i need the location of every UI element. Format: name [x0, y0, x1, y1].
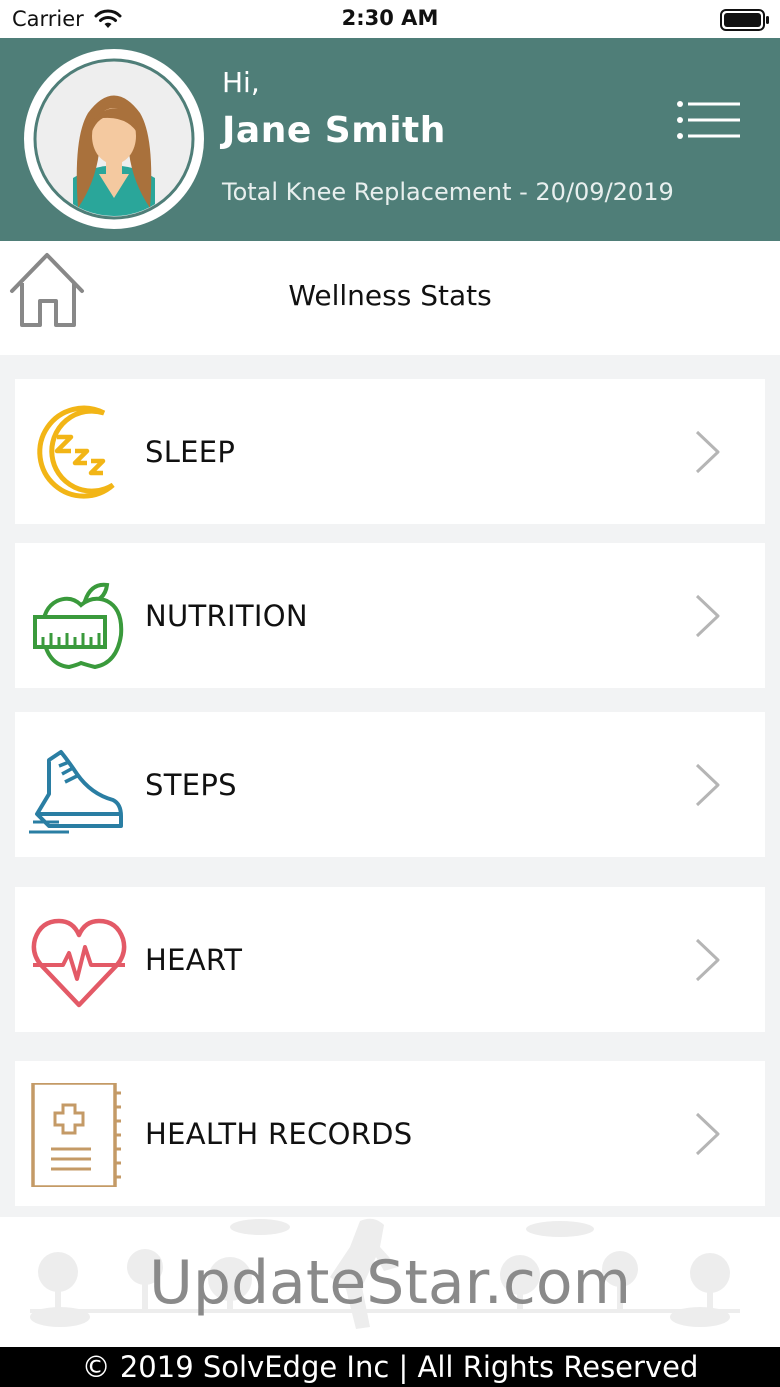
menu-item-heart[interactable]: HEART — [15, 887, 765, 1032]
female-avatar-icon — [33, 58, 195, 220]
chevron-right-icon — [695, 763, 720, 807]
greeting-text: Hi, — [222, 66, 260, 99]
menu-item-sleep[interactable]: SLEEP — [15, 379, 765, 524]
menu-item-health-records[interactable]: HEALTH RECORDS — [15, 1061, 765, 1206]
chevron-right-icon — [695, 594, 720, 638]
menu-item-label: NUTRITION — [145, 599, 308, 633]
menu-item-label: STEPS — [145, 768, 237, 802]
profile-header: Hi, Jane Smith Total Knee Replacement - … — [0, 38, 780, 241]
procedure-info: Total Knee Replacement - 20/09/2019 — [222, 178, 674, 206]
hamburger-menu-icon[interactable] — [676, 100, 742, 144]
status-bar: Carrier 2:30 AM — [0, 0, 780, 38]
medical-record-icon — [31, 1083, 121, 1187]
copyright-footer: © 2019 SolvEdge Inc | All Rights Reserve… — [0, 1347, 780, 1387]
heart-pulse-icon — [31, 918, 127, 1008]
watermark-text: UpdateStar.com — [148, 1248, 632, 1318]
user-name: Jane Smith — [222, 110, 446, 151]
chevron-right-icon — [695, 430, 720, 474]
menu-item-label: HEART — [145, 943, 243, 977]
apple-scale-icon — [33, 582, 124, 669]
menu-item-steps[interactable]: STEPS — [15, 712, 765, 857]
chevron-right-icon — [695, 938, 720, 982]
page-title: Wellness Stats — [288, 279, 492, 312]
chevron-right-icon — [695, 1112, 720, 1156]
battery-icon — [720, 9, 769, 31]
menu-item-nutrition[interactable]: NUTRITION — [15, 543, 765, 688]
menu-item-label: HEALTH RECORDS — [145, 1117, 413, 1151]
menu-item-label: SLEEP — [145, 435, 236, 469]
status-time: 2:30 AM — [341, 6, 439, 30]
avatar[interactable] — [24, 49, 204, 229]
sneaker-icon — [29, 750, 123, 834]
title-bar: Wellness Stats — [0, 241, 780, 355]
sleep-moon-icon — [37, 405, 115, 499]
